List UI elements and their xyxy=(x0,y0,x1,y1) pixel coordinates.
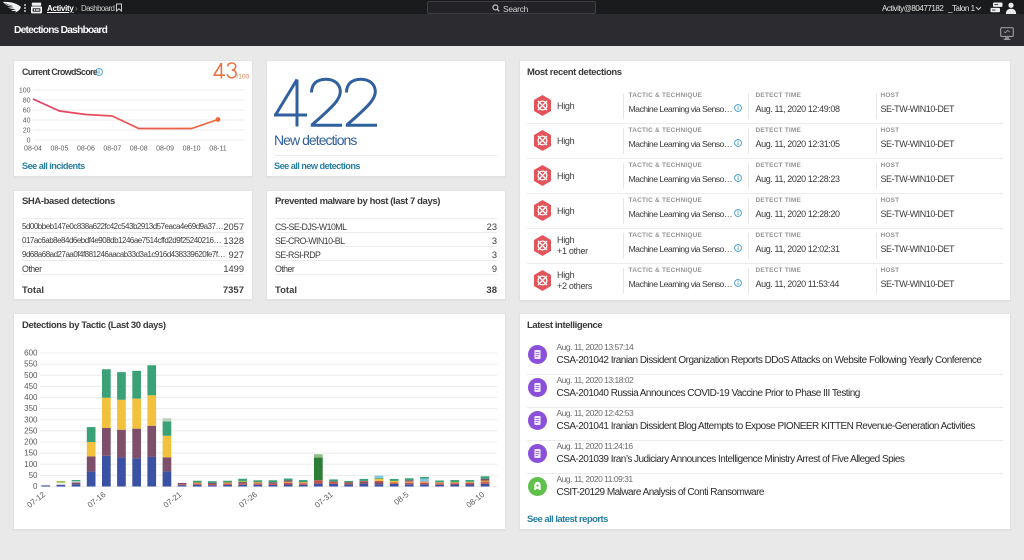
svg-text:0: 0 xyxy=(33,482,38,491)
svg-text:0: 0 xyxy=(27,138,31,145)
svg-text:08-10: 08-10 xyxy=(183,146,201,153)
svg-text:07-26: 07-26 xyxy=(237,490,259,510)
svg-text:40: 40 xyxy=(23,118,31,125)
svg-text:08-11: 08-11 xyxy=(209,146,226,153)
svg-text:150: 150 xyxy=(24,449,38,458)
svg-text:100: 100 xyxy=(24,460,38,469)
svg-text:100: 100 xyxy=(19,88,31,95)
svg-text:200: 200 xyxy=(24,438,38,447)
svg-text:08-07: 08-07 xyxy=(103,146,121,153)
svg-text:08-05: 08-05 xyxy=(50,146,68,153)
svg-text:600: 600 xyxy=(24,349,38,358)
svg-text:08-09: 08-09 xyxy=(156,146,174,153)
svg-text:450: 450 xyxy=(24,382,38,391)
svg-text:08-08: 08-08 xyxy=(130,146,148,153)
svg-text:08-5: 08-5 xyxy=(392,490,411,507)
svg-text:500: 500 xyxy=(24,371,38,380)
svg-text:80: 80 xyxy=(23,98,31,105)
svg-text:08-06: 08-06 xyxy=(77,146,95,153)
svg-text:550: 550 xyxy=(24,360,38,369)
svg-text:350: 350 xyxy=(24,404,38,413)
svg-text:50: 50 xyxy=(29,471,38,480)
svg-text:300: 300 xyxy=(24,415,38,424)
svg-text:250: 250 xyxy=(24,427,38,436)
svg-text:07-21: 07-21 xyxy=(162,490,184,510)
svg-text:07-12: 07-12 xyxy=(25,490,47,510)
svg-text:07-31: 07-31 xyxy=(313,490,335,510)
svg-text:08-10: 08-10 xyxy=(465,490,487,510)
svg-text:07-16: 07-16 xyxy=(86,490,108,510)
svg-text:20: 20 xyxy=(23,128,31,135)
svg-text:60: 60 xyxy=(23,108,31,115)
svg-text:400: 400 xyxy=(24,393,38,402)
svg-text:08-04: 08-04 xyxy=(24,146,42,153)
